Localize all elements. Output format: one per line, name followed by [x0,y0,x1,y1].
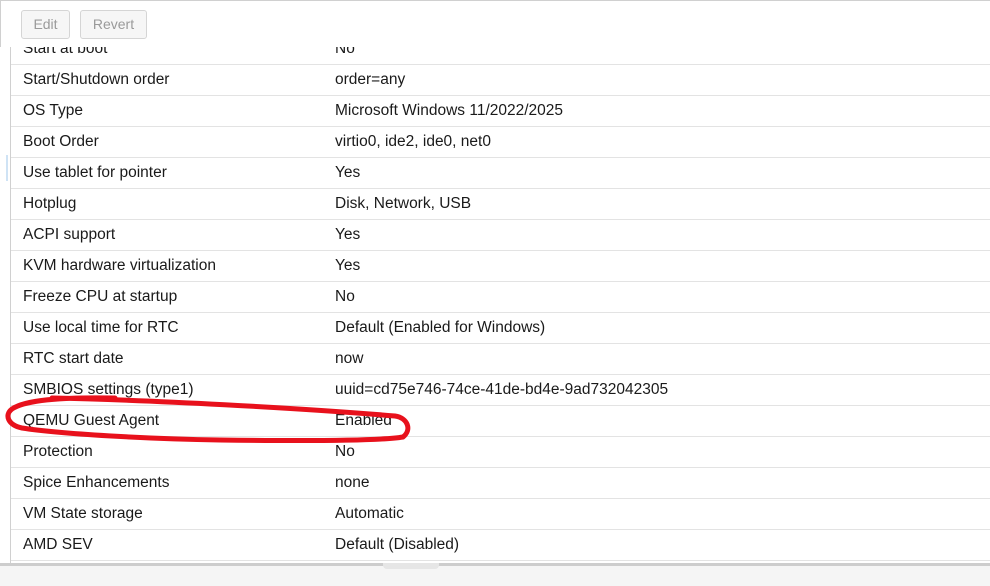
option-row-boot-order[interactable]: Boot Order virtio0, ide2, ide0, net0 [11,127,990,158]
option-name: Hotplug [23,195,77,212]
bottom-panel-bar [0,563,990,586]
options-rows: Start at boot No Start/Shutdown order or… [11,47,990,561]
option-row-tablet-pointer[interactable]: Use tablet for pointer Yes [11,158,990,189]
edit-button[interactable]: Edit [21,10,70,39]
option-value: Yes [335,164,361,181]
option-value: No [335,288,355,305]
option-row-os-type[interactable]: OS Type Microsoft Windows 11/2022/2025 [11,96,990,127]
option-name: Spice Enhancements [23,474,170,491]
option-row-vm-state[interactable]: VM State storage Automatic [11,499,990,530]
options-toolbar: Edit Revert [0,0,990,47]
option-row-local-time[interactable]: Use local time for RTC Default (Enabled … [11,313,990,344]
option-name: QEMU Guest Agent [23,412,160,429]
option-name: RTC start date [23,350,124,367]
option-row-start-at-boot[interactable]: Start at boot No [11,47,990,65]
option-value: Default (Disabled) [335,536,460,553]
option-name: Protection [23,443,93,460]
option-row-spice[interactable]: Spice Enhancements none [11,468,990,499]
option-row-startup-order[interactable]: Start/Shutdown order order=any [11,65,990,96]
option-row-hotplug[interactable]: Hotplug Disk, Network, USB [11,189,990,220]
option-name: Use local time for RTC [23,319,179,336]
option-value: Default (Enabled for Windows) [335,319,546,336]
option-name: ACPI support [23,226,116,243]
option-value: uuid=cd75e746-74ce-41de-bd4e-9ad73204230… [335,381,669,398]
option-name: SMBIOS settings (type1) [23,381,194,398]
option-row-guest-agent[interactable]: QEMU Guest Agent Enabled [11,406,990,437]
option-row-freeze-cpu[interactable]: Freeze CPU at startup No [11,282,990,313]
option-value: No [335,47,355,57]
splitter-handle[interactable] [383,563,439,569]
option-value: virtio0, ide2, ide0, net0 [335,133,491,150]
option-value: now [335,350,364,367]
option-value: Disk, Network, USB [335,195,472,212]
option-name: Boot Order [23,133,99,150]
option-value: none [335,474,370,491]
option-row-protection[interactable]: Protection No [11,437,990,468]
option-value: No [335,443,355,460]
option-name: KVM hardware virtualization [23,257,216,274]
revert-button[interactable]: Revert [80,10,147,39]
option-value: Yes [335,226,361,243]
option-value: order=any [335,71,406,88]
selection-indicator [6,155,8,181]
option-name: Start/Shutdown order [23,71,170,88]
options-grid: Start at boot No Start/Shutdown order or… [10,47,990,563]
option-value: Yes [335,257,361,274]
option-value: Microsoft Windows 11/2022/2025 [335,102,564,119]
option-name: OS Type [23,102,84,119]
option-name: Freeze CPU at startup [23,288,178,305]
option-row-amd-sev[interactable]: AMD SEV Default (Disabled) [11,530,990,561]
option-value: Enabled [335,412,392,429]
option-name: VM State storage [23,505,143,522]
option-row-smbios[interactable]: SMBIOS settings (type1) uuid=cd75e746-74… [11,375,990,406]
option-row-acpi[interactable]: ACPI support Yes [11,220,990,251]
option-row-rtc-start[interactable]: RTC start date now [11,344,990,375]
option-value: Automatic [335,505,404,522]
option-name: Use tablet for pointer [23,164,167,181]
option-row-kvm[interactable]: KVM hardware virtualization Yes [11,251,990,282]
option-name: Start at boot [23,47,108,57]
option-name: AMD SEV [23,536,93,553]
